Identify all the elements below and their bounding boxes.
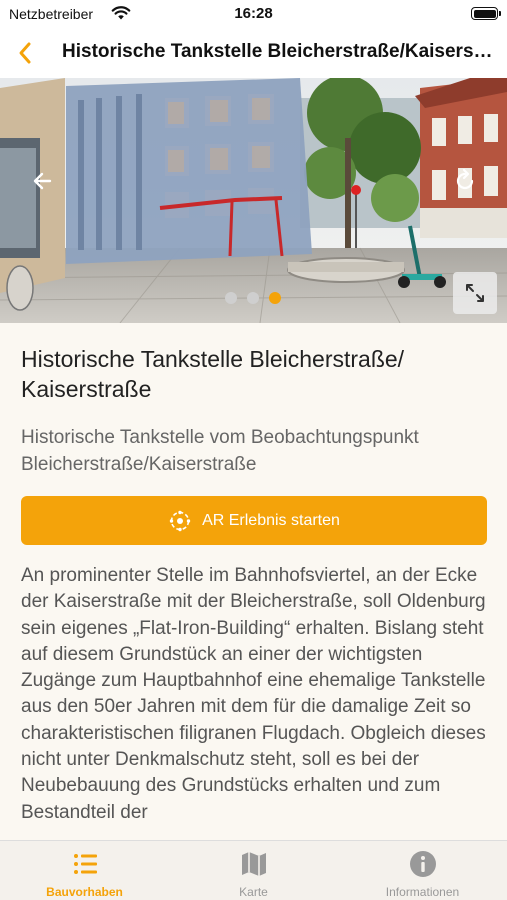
tab-bar: Bauvorhaben Karte Informationen	[0, 840, 507, 900]
rotate-icon[interactable]	[452, 168, 478, 194]
map-icon	[242, 852, 266, 876]
back-button[interactable]	[10, 38, 40, 68]
tab-label: Karte	[239, 885, 268, 899]
battery-icon	[471, 7, 501, 20]
info-icon	[410, 851, 436, 877]
tab-informationen[interactable]: Informationen	[338, 841, 507, 900]
page-dot[interactable]	[247, 292, 259, 304]
detail-content[interactable]: Historische Tankstelle Bleicherstraße/ K…	[0, 323, 507, 840]
expand-icon	[466, 284, 484, 302]
place-subtitle: Historische Tankstelle vom Beobachtungsp…	[21, 427, 419, 475]
tab-label: Bauvorhaben	[46, 885, 123, 899]
tab-karte[interactable]: Karte	[169, 841, 338, 900]
tab-bauvorhaben[interactable]: Bauvorhaben	[0, 841, 169, 900]
chevron-left-icon	[19, 42, 31, 64]
place-title: Historische Tankstelle Bleicherstraße/ K…	[21, 346, 405, 402]
start-ar-button[interactable]: AR Erlebnis starten	[21, 496, 487, 545]
list-icon	[74, 854, 97, 874]
description-text: An prominenter Stelle im Bahnhofsviertel…	[21, 565, 486, 823]
clock: 16:28	[234, 5, 273, 22]
image-gallery[interactable]	[0, 78, 507, 323]
tab-label: Informationen	[385, 885, 460, 899]
status-bar: Netzbetreiber 16:28	[0, 0, 507, 28]
navigation-bar: Historische Tankstelle Bleicherstraße/Ka…	[0, 28, 507, 78]
page-dot-active[interactable]	[269, 292, 281, 304]
expand-button[interactable]	[453, 272, 497, 314]
street-photo	[0, 78, 507, 323]
start-ar-button-label: AR Erlebnis starten	[202, 511, 340, 529]
ar-icon	[169, 510, 191, 531]
page-indicator[interactable]	[225, 292, 281, 304]
page-dot[interactable]	[225, 292, 237, 304]
page-title: Historische Tankstelle Bleicherstraße/Ka…	[62, 41, 494, 62]
arrow-left-icon[interactable]	[30, 168, 56, 194]
